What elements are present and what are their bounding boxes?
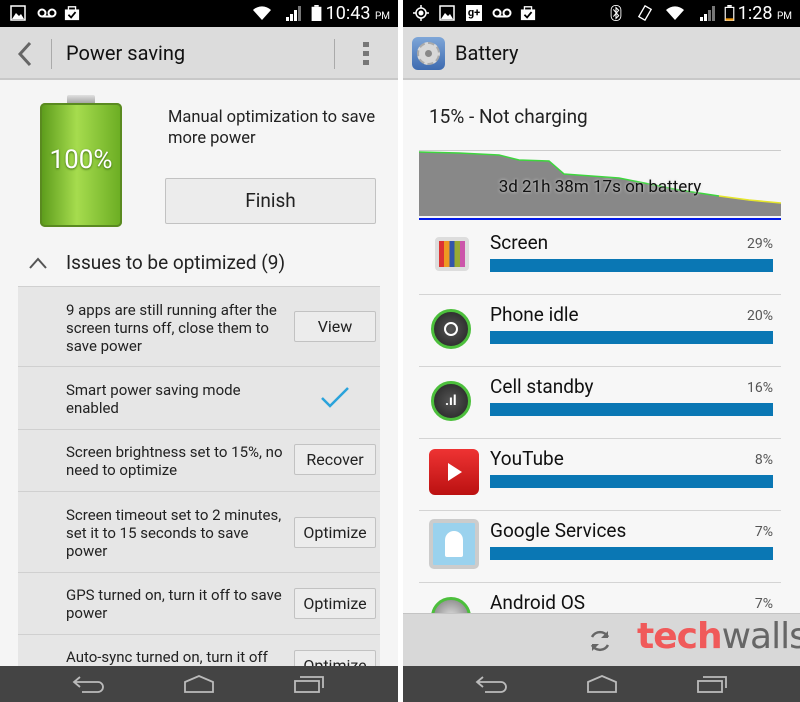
gallery-icon <box>439 5 455 21</box>
settings-app-icon[interactable] <box>412 37 445 70</box>
divider <box>334 39 335 69</box>
usage-item-android-os[interactable]: Android OS 7% <box>419 583 781 613</box>
view-button[interactable]: View <box>294 311 376 342</box>
signal-icon: .ıl <box>431 381 471 421</box>
overflow-menu-icon[interactable] <box>360 41 372 67</box>
contacts-icon <box>429 519 479 569</box>
back-nav-button[interactable] <box>72 674 106 694</box>
usage-bar <box>490 547 773 560</box>
wifi-icon <box>253 6 271 20</box>
status-bar: g+ 1:28 PM <box>403 0 800 27</box>
usage-item-cell-standby[interactable]: .ıl Cell standby 16% <box>419 367 781 439</box>
battery-screen: g+ 1:28 PM Battery 15% - Not charging 3d… <box>403 0 800 702</box>
refresh-button[interactable] <box>587 628 613 654</box>
android-icon <box>431 597 471 613</box>
issue-row: Smart power saving mode enabled <box>18 367 380 430</box>
app-bar: Battery <box>403 27 800 80</box>
optimize-button[interactable]: Optimize <box>294 517 376 548</box>
google-plus-icon: g+ <box>466 5 482 21</box>
gallery-icon <box>10 5 26 21</box>
charge-status: 15% - Not charging <box>429 105 588 128</box>
page-title: Battery <box>455 41 519 65</box>
voicemail-icon <box>37 8 57 18</box>
wifi-icon <box>666 6 684 20</box>
recents-nav-button[interactable] <box>696 674 728 694</box>
battery-low-icon <box>724 5 735 21</box>
techwalls-watermark: techwalls <box>637 616 800 657</box>
battery-history-graph[interactable]: 3d 21h 38m 17s on battery <box>419 150 781 222</box>
store-icon <box>64 6 80 21</box>
recover-button[interactable]: Recover <box>294 444 376 475</box>
finish-button[interactable]: Finish <box>165 178 376 224</box>
signal-icon <box>700 6 715 21</box>
app-bar: Power saving <box>0 27 398 80</box>
usage-bar <box>490 475 773 488</box>
back-nav-button[interactable] <box>475 674 509 694</box>
voicemail-icon <box>492 8 512 18</box>
page-title: Power saving <box>66 41 186 65</box>
recents-nav-button[interactable] <box>293 674 325 694</box>
bottom-action-bar: techwalls <box>403 613 800 666</box>
usage-item-google-services[interactable]: Google Services 7% <box>419 511 781 583</box>
status-bar: 10:43 PM <box>0 0 398 27</box>
screen-icon <box>435 237 469 271</box>
battery-graphic: 100% <box>40 95 122 227</box>
home-nav-button[interactable] <box>586 674 618 694</box>
chevron-up-icon[interactable] <box>28 256 48 270</box>
issue-row: Screen timeout set to 2 minutes, set it … <box>18 492 380 573</box>
store-icon <box>520 6 536 21</box>
issue-row: GPS turned on, turn it off to save power… <box>18 573 380 635</box>
usage-list[interactable]: Screen 29% Phone idle 20% .ıl Cell stand… <box>403 222 800 613</box>
issues-header[interactable]: Issues to be optimized (9) <box>66 251 285 274</box>
battery-full-icon <box>311 5 322 21</box>
optimization-message: Manual optimization to save more power <box>168 108 376 148</box>
power-saving-screen: 10:43 PM Power saving 100% Manual optimi… <box>0 0 398 702</box>
battery-level: 100% <box>49 145 113 175</box>
usage-item-screen[interactable]: Screen 29% <box>419 223 781 295</box>
optimize-button[interactable]: Optimize <box>294 588 376 619</box>
usage-item-phone-idle[interactable]: Phone idle 20% <box>419 295 781 367</box>
clock: 10:43 PM <box>325 3 390 24</box>
checkmark-icon <box>321 387 349 408</box>
usage-bar <box>490 259 773 272</box>
graph-label: 3d 21h 38m 17s on battery <box>498 177 702 197</box>
youtube-icon <box>429 449 479 495</box>
divider <box>51 39 52 69</box>
issue-row: Screen brightness set to 15%, no need to… <box>18 430 380 492</box>
usage-bar <box>490 403 773 416</box>
power-icon <box>431 309 471 349</box>
issue-row: 9 apps are still running after the scree… <box>18 286 380 367</box>
signal-icon <box>286 6 301 21</box>
back-button[interactable] <box>15 41 35 67</box>
home-nav-button[interactable] <box>183 674 215 694</box>
usage-item-youtube[interactable]: YouTube 8% <box>419 439 781 511</box>
navigation-bar <box>0 666 398 702</box>
vibrate-icon <box>637 5 653 21</box>
gps-icon <box>413 5 429 21</box>
bluetooth-icon <box>610 5 622 21</box>
usage-bar <box>490 331 773 344</box>
clock: 1:28 PM <box>737 3 792 24</box>
navigation-bar <box>403 666 800 702</box>
